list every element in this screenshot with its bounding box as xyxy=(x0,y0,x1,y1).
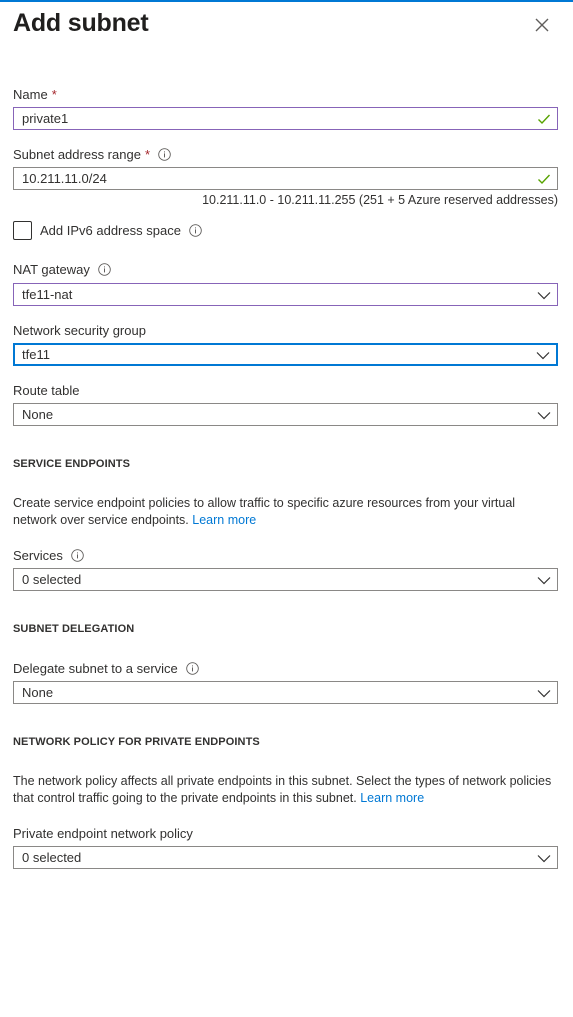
chevron-down-icon xyxy=(537,576,551,584)
private-endpoint-policy-value: 0 selected xyxy=(22,850,82,865)
checkmark-icon xyxy=(538,114,551,124)
chevron-down-icon xyxy=(536,351,550,359)
service-endpoints-heading: SERVICE ENDPOINTS xyxy=(13,458,131,470)
ipv6-checkbox[interactable] xyxy=(13,221,32,240)
name-value: private1 xyxy=(22,111,69,126)
services-dropdown[interactable]: 0 selected xyxy=(13,568,558,591)
subnet-range-label-text: Subnet address range xyxy=(13,147,141,162)
route-table-value: None xyxy=(22,407,54,422)
required-mark: * xyxy=(51,87,57,102)
service-endpoints-learn-more-link[interactable]: Learn more xyxy=(192,513,256,527)
delegate-dropdown[interactable]: None xyxy=(13,681,558,704)
network-policy-learn-more-link[interactable]: Learn more xyxy=(360,791,424,805)
info-icon[interactable] xyxy=(189,224,202,237)
chevron-down-icon xyxy=(537,854,551,862)
subnet-range-value: 10.211.11.0/24 xyxy=(22,171,107,186)
nat-gateway-dropdown[interactable]: tfe11-nat xyxy=(13,283,558,306)
name-label-text: Name xyxy=(13,87,48,102)
chevron-down-icon xyxy=(537,291,551,299)
checkmark-icon xyxy=(538,174,551,184)
route-table-dropdown[interactable]: None xyxy=(13,403,558,426)
services-label: Services xyxy=(13,548,84,563)
close-icon[interactable] xyxy=(531,14,553,36)
network-policy-heading: NETWORK POLICY FOR PRIVATE ENDPOINTS xyxy=(13,736,260,748)
delegate-label: Delegate subnet to a service xyxy=(13,661,199,676)
subnet-delegation-heading: SUBNET DELEGATION xyxy=(13,623,135,635)
private-endpoint-policy-label-text: Private endpoint network policy xyxy=(13,826,193,841)
private-endpoint-policy-label: Private endpoint network policy xyxy=(13,826,193,841)
delegate-label-text: Delegate subnet to a service xyxy=(13,661,178,676)
top-accent-bar xyxy=(0,0,573,2)
page-title: Add subnet xyxy=(13,9,149,37)
service-endpoints-description: Create service endpoint policies to allo… xyxy=(13,495,553,528)
chevron-down-icon xyxy=(537,689,551,697)
info-icon[interactable] xyxy=(98,263,111,276)
nsg-label: Network security group xyxy=(13,323,146,338)
nsg-dropdown[interactable]: tfe11 xyxy=(13,343,558,366)
info-icon[interactable] xyxy=(186,662,199,675)
delegate-value: None xyxy=(22,685,54,700)
nat-gateway-value: tfe11-nat xyxy=(22,287,73,302)
nat-gateway-label-text: NAT gateway xyxy=(13,262,90,277)
nat-gateway-label: NAT gateway xyxy=(13,262,111,277)
network-policy-description: The network policy affects all private e… xyxy=(13,773,553,806)
ipv6-row: Add IPv6 address space xyxy=(13,221,202,240)
info-icon[interactable] xyxy=(158,148,171,161)
network-policy-description-text: The network policy affects all private e… xyxy=(13,774,552,805)
services-label-text: Services xyxy=(13,548,63,563)
nsg-value: tfe11 xyxy=(22,347,50,362)
ipv6-label: Add IPv6 address space xyxy=(40,223,181,238)
required-mark: * xyxy=(144,147,150,162)
name-input[interactable]: private1 xyxy=(13,107,558,130)
chevron-down-icon xyxy=(537,411,551,419)
services-value: 0 selected xyxy=(22,572,82,587)
info-icon[interactable] xyxy=(71,549,84,562)
nsg-label-text: Network security group xyxy=(13,323,146,338)
private-endpoint-policy-dropdown[interactable]: 0 selected xyxy=(13,846,558,869)
route-table-label-text: Route table xyxy=(13,383,80,398)
subnet-range-input[interactable]: 10.211.11.0/24 xyxy=(13,167,558,190)
route-table-label: Route table xyxy=(13,383,80,398)
service-endpoints-description-text: Create service endpoint policies to allo… xyxy=(13,496,516,527)
subnet-range-hint: 10.211.11.0 - 10.211.11.255 (251 + 5 Azu… xyxy=(202,193,558,207)
subnet-range-label: Subnet address range * xyxy=(13,147,171,162)
name-label: Name * xyxy=(13,87,57,102)
